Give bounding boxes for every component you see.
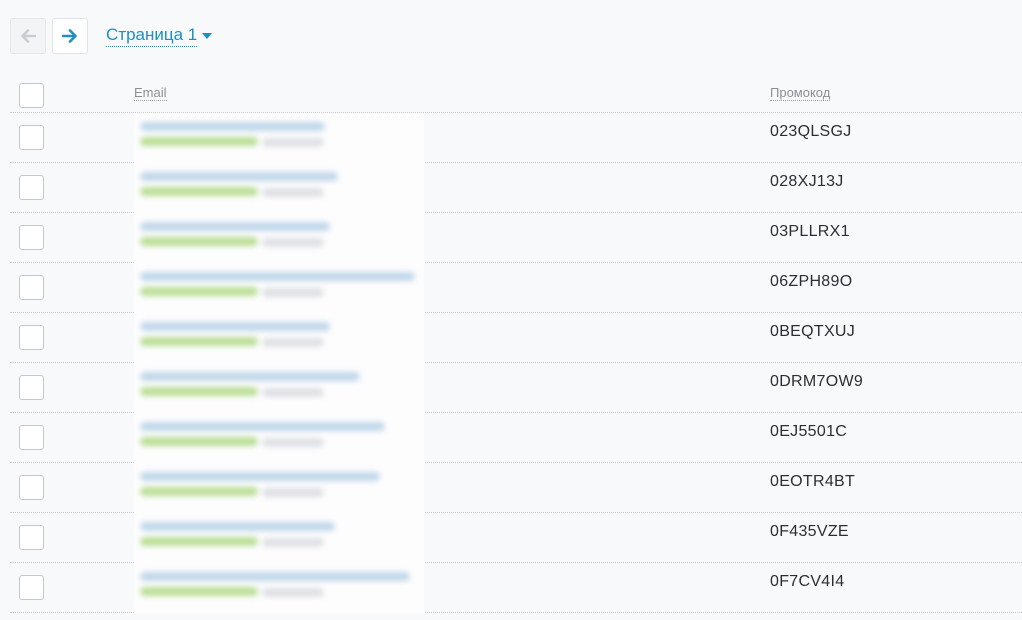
redacted-status [140, 137, 258, 146]
table-row[interactable]: 0F435VZE [10, 513, 1022, 563]
promo-codes-page: Страница 1 Email Промокод 023QLSGJ 028XJ1… [0, 0, 1022, 620]
select-all-checkbox[interactable] [19, 83, 44, 108]
promo-code: 0F7CV4I4 [770, 573, 845, 590]
redacted-meta [262, 488, 324, 497]
email-column-header[interactable]: Email [134, 85, 167, 101]
prev-page-button[interactable] [10, 17, 46, 54]
redacted-meta [262, 288, 324, 297]
email-cell-redacted [134, 313, 424, 363]
redacted-meta [262, 388, 324, 397]
redacted-email [140, 322, 330, 331]
promo-code: 06ZPH89O [770, 273, 853, 290]
promo-code: 028XJ13J [770, 173, 844, 190]
redacted-email [140, 522, 335, 531]
redacted-status [140, 387, 258, 396]
promo-table: Email Промокод 023QLSGJ 028XJ13J 03PLLRX1 0… [10, 68, 1022, 613]
row-checkbox[interactable] [19, 275, 44, 300]
table-row[interactable]: 023QLSGJ [10, 113, 1022, 163]
table-row[interactable]: 0F7CV4I4 [10, 563, 1022, 613]
redacted-email [140, 372, 360, 381]
redacted-status [140, 187, 258, 196]
promo-code: 023QLSGJ [770, 123, 852, 140]
redacted-meta [262, 538, 324, 547]
email-cell-redacted [134, 263, 424, 313]
email-cell-redacted [134, 113, 424, 163]
row-checkbox[interactable] [19, 425, 44, 450]
page-selector[interactable]: Страница 1 [106, 25, 213, 47]
row-checkbox[interactable] [19, 475, 44, 500]
email-cell-redacted [134, 463, 424, 513]
table-row[interactable]: 03PLLRX1 [10, 213, 1022, 263]
email-cell-redacted [134, 163, 424, 213]
promo-code: 0DRM7OW9 [770, 373, 864, 390]
promo-code: 03PLLRX1 [770, 223, 850, 240]
table-row[interactable]: 06ZPH89O [10, 263, 1022, 313]
row-checkbox[interactable] [19, 575, 44, 600]
email-cell-redacted [134, 563, 424, 613]
row-checkbox[interactable] [19, 125, 44, 150]
email-cell-redacted [134, 213, 424, 263]
promo-code: 0BEQTXUJ [770, 323, 856, 340]
redacted-status [140, 437, 258, 446]
next-page-button[interactable] [52, 17, 88, 54]
redacted-email [140, 122, 325, 131]
redacted-meta [262, 338, 324, 347]
redacted-meta [262, 588, 324, 597]
caret-down-icon [202, 32, 213, 39]
redacted-status [140, 537, 258, 546]
redacted-status [140, 487, 258, 496]
table-row[interactable]: 0EOTR4BT [10, 463, 1022, 513]
promo-column-header[interactable]: Промокод [770, 85, 831, 101]
redacted-email [140, 572, 410, 581]
redacted-meta [262, 188, 324, 197]
redacted-email [140, 422, 385, 431]
row-checkbox[interactable] [19, 375, 44, 400]
email-cell-redacted [134, 363, 424, 413]
redacted-meta [262, 138, 324, 147]
redacted-email [140, 222, 330, 231]
table-row[interactable]: 0EJ5501C [10, 413, 1022, 463]
arrow-right-icon [62, 28, 77, 43]
redacted-email [140, 472, 380, 481]
row-checkbox[interactable] [19, 225, 44, 250]
redacted-meta [262, 438, 324, 447]
row-checkbox[interactable] [19, 325, 44, 350]
redacted-status [140, 587, 258, 596]
redacted-email [140, 272, 415, 281]
promo-code: 0EJ5501C [770, 423, 848, 440]
table-row[interactable]: 028XJ13J [10, 163, 1022, 213]
row-checkbox[interactable] [19, 175, 44, 200]
redacted-status [140, 287, 258, 296]
email-cell-redacted [134, 513, 424, 563]
email-cell-redacted [134, 413, 424, 463]
table-body: 023QLSGJ 028XJ13J 03PLLRX1 06ZPH89O 0BEQTXUJ… [10, 113, 1022, 613]
arrow-left-icon [21, 28, 36, 43]
redacted-email [140, 172, 338, 181]
redacted-status [140, 237, 258, 246]
table-header: Email Промокод [10, 68, 1022, 113]
redacted-status [140, 337, 258, 346]
promo-code: 0EOTR4BT [770, 473, 856, 490]
promo-code: 0F435VZE [770, 523, 849, 540]
row-checkbox[interactable] [19, 525, 44, 550]
pagination: Страница 1 [10, 17, 213, 54]
page-label: Страница 1 [106, 25, 198, 47]
redacted-meta [262, 238, 324, 247]
table-row[interactable]: 0DRM7OW9 [10, 363, 1022, 413]
table-row[interactable]: 0BEQTXUJ [10, 313, 1022, 363]
